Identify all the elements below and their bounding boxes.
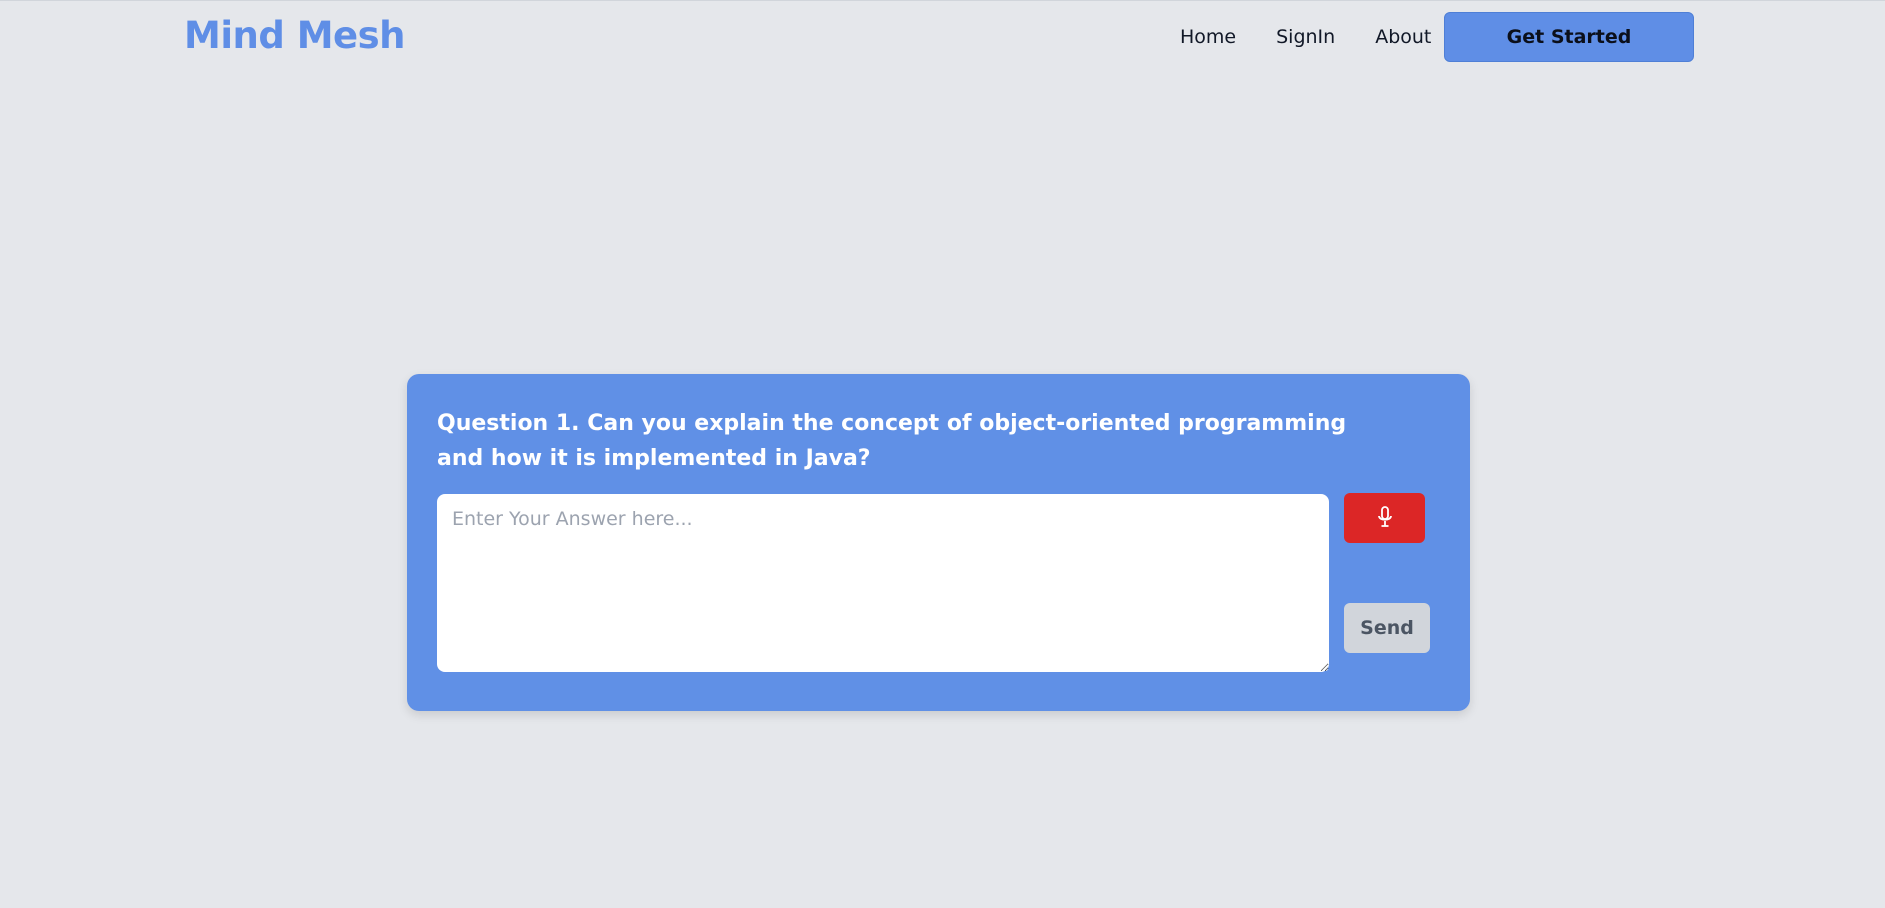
nav-link-signin[interactable]: SignIn <box>1276 26 1335 48</box>
question-text: Question 1. Can you explain the concept … <box>437 411 1347 471</box>
question-card: Question 1. Can you explain the concept … <box>407 374 1470 711</box>
get-started-button[interactable]: Get Started <box>1444 12 1694 62</box>
brand-logo[interactable]: Mind Mesh <box>184 14 406 57</box>
microphone-button[interactable] <box>1344 493 1425 543</box>
navbar: Mind Mesh Home SignIn About Get Started <box>0 0 1885 78</box>
nav-link-about[interactable]: About <box>1375 26 1431 48</box>
send-button[interactable]: Send <box>1344 603 1430 653</box>
answer-input[interactable] <box>437 494 1329 672</box>
nav-links: Home SignIn About <box>1180 26 1471 48</box>
nav-link-home[interactable]: Home <box>1180 26 1236 48</box>
microphone-icon <box>1377 505 1393 532</box>
